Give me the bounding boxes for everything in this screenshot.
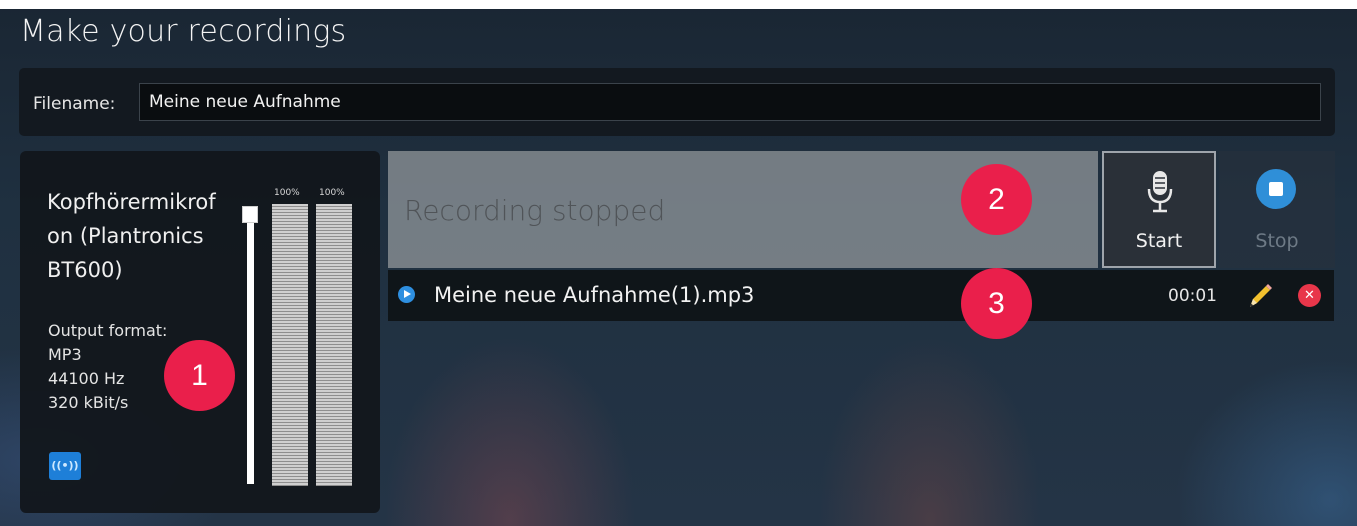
sample-rate: 44100 Hz [48,369,125,388]
format-value: MP3 [48,345,82,364]
format-label: Output format: [48,321,168,340]
bitrate: 320 kBit/s [48,393,129,412]
delete-icon[interactable]: ✕ [1298,284,1321,307]
list-item[interactable]: Meine neue Aufnahme(1).mp3 00:01 ✕ [388,270,1334,321]
recording-duration: 00:01 [1168,286,1217,306]
stop-icon [1256,169,1296,209]
recording-status: Recording stopped [404,194,666,227]
page-title: Make your recordings [20,14,347,49]
filename-bar: Filename: [19,68,1335,136]
annotation-badge-1: 1 [164,340,235,411]
start-button[interactable]: Start [1102,151,1216,268]
volume-slider-handle[interactable] [242,206,258,223]
microphone-icon [1147,171,1173,213]
volume-slider[interactable] [247,211,254,484]
filename-input[interactable] [139,83,1321,121]
broadcast-icon[interactable]: ((•)) [49,452,81,480]
stop-label: Stop [1255,230,1299,252]
meter-left-label: 100% [274,188,300,198]
device-panel: Kopfhörermikrof on (Plantronics BT600) O… [20,151,380,513]
annotation-badge-2: 2 [961,164,1032,235]
start-label: Start [1135,230,1183,252]
play-icon[interactable] [398,286,415,303]
filename-label: Filename: [33,94,116,114]
stop-button[interactable]: Stop [1219,151,1335,268]
meter-right-label: 100% [319,188,345,198]
pencil-icon[interactable] [1244,280,1276,312]
device-name: Kopfhörermikrof on (Plantronics BT600) [47,190,216,282]
level-meter-left [272,204,308,486]
annotation-badge-3: 3 [961,268,1032,339]
format-info: Output format: MP3 44100 Hz 320 kBit/s [48,319,167,415]
level-meter-right [316,204,352,486]
recording-name: Meine neue Aufnahme(1).mp3 [434,283,755,307]
top-border [0,0,1357,9]
